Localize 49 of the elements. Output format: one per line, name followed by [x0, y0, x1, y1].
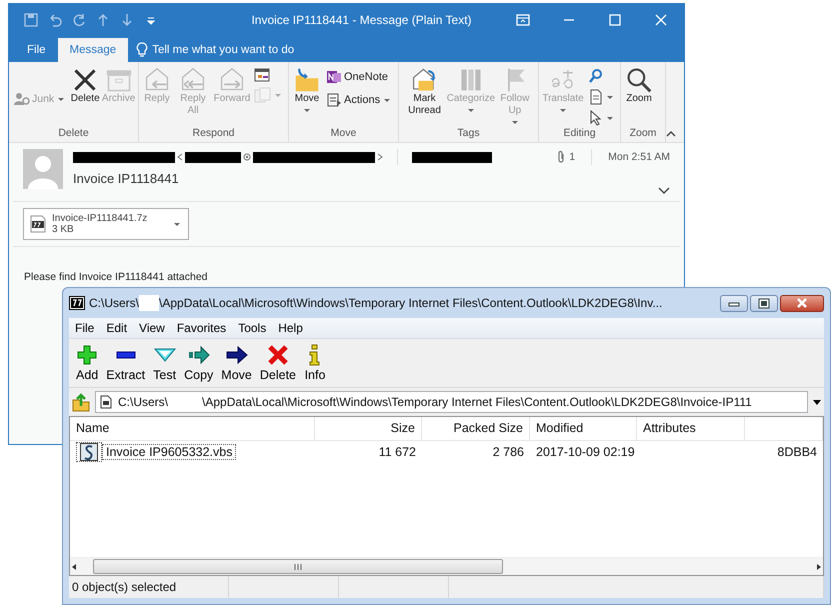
column-header[interactable]: Name	[70, 417, 315, 440]
ribbon-button[interactable]: Actions	[324, 90, 394, 110]
toolbar-button[interactable]: Delete	[256, 344, 299, 382]
menu-item[interactable]: View	[133, 321, 171, 335]
menu-item[interactable]: Edit	[100, 321, 134, 335]
ribbon-button[interactable]: OneNote	[324, 67, 394, 87]
group-label: Respond	[191, 127, 236, 141]
toolbar-button[interactable]: Add	[73, 344, 102, 382]
menu-item[interactable]: File	[69, 321, 100, 335]
column-header[interactable]: Size	[315, 417, 422, 440]
column-header[interactable]: Packed Size	[422, 417, 530, 440]
group-label: Editing	[562, 127, 597, 141]
ribbon-button[interactable]: Zoom	[624, 64, 654, 105]
group-label: Move	[330, 127, 358, 141]
group-label: Zoom	[628, 127, 658, 141]
menu-item[interactable]: Favorites	[170, 321, 232, 335]
checksum-cell-text: 8DBB4	[776, 445, 818, 459]
message-subject: Invoice IP1118441	[73, 171, 180, 186]
ribbon-button[interactable]: Mark Unread	[402, 64, 448, 117]
window-title: \AppData\Local\Microsoft\Windows\Temporary Internet Files\Content.Outlook\LDK2DEG8\Inv...	[159, 296, 662, 310]
group-label: Tags	[456, 127, 481, 141]
attachment-count: 1	[569, 151, 576, 163]
toolbar-button[interactable]: Move	[218, 344, 255, 382]
column-header[interactable]: Attributes	[637, 417, 745, 440]
file-name: Invoice IP9605332.vbs	[102, 444, 236, 460]
toolbar-button[interactable]: Copy	[181, 344, 216, 382]
ribbon-button[interactable]: Delete	[70, 64, 100, 105]
toolbar-button[interactable]: Info	[301, 344, 329, 382]
ribbon-button[interactable]: Move	[292, 64, 322, 116]
menu-item[interactable]: Tools	[232, 321, 272, 335]
address-field[interactable]: C:\Users\ \AppData\Local\Microsoft\Windows\Temporary Internet Files\Content.Outlook\LDK2DEG8\Invoice-IP111	[95, 391, 808, 413]
ribbon-tab[interactable]: Message	[58, 38, 128, 62]
search-prompt[interactable]: Tell me what you want to do	[152, 44, 294, 56]
toolbar-button[interactable]: Extract	[103, 344, 148, 382]
packed-size-cell-text: 2 786	[492, 445, 525, 459]
file-row[interactable]: Invoice IP9605332.vbs 11 672 2 786 2017-10-09 02:19 8DBB4	[70, 441, 823, 463]
window-title: C:\Users\	[89, 296, 140, 310]
ribbon-tab[interactable]: File	[15, 38, 58, 62]
modified-cell-text: 2017-10-09 02:19	[535, 445, 636, 459]
group-label: Delete	[57, 127, 90, 141]
received-time: Mon 2:51 AM	[608, 151, 670, 163]
message-body: Please find Invoice IP1118441 attached	[24, 271, 208, 283]
attachment-item[interactable]: Invoice-IP1118441.7z 3 KB	[23, 208, 189, 240]
toolbar-button[interactable]: Test	[150, 344, 180, 382]
menu-item[interactable]: Help	[272, 321, 309, 335]
size-cell-text: 11 672	[378, 445, 417, 459]
window-title: Invoice IP1118441 - Message (Plain Text)	[250, 12, 473, 26]
status-text: 0 object(s) selected	[69, 576, 229, 598]
column-header[interactable]: Modified	[530, 417, 637, 440]
